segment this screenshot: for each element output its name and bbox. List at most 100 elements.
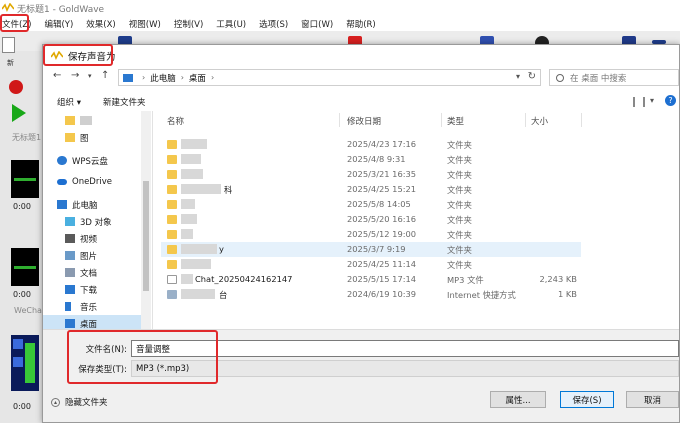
save-sound-dialog: 保存声音为 ← → ▾ ↑ › 此电脑 › 桌面 › ▾ ↻ 在 桌面 中搜索 … [42, 44, 680, 423]
organize-button[interactable]: 组织 ▾ [57, 96, 81, 108]
cancel-button[interactable]: 取消 [626, 391, 679, 408]
file-row[interactable]: 科 2025/4/25 15:21 文件夹 [161, 182, 581, 197]
folder-icon [167, 140, 177, 149]
file-row[interactable]: 2025/4/23 17:16 文件夹 [161, 137, 581, 152]
file-date: 2025/4/25 15:21 [347, 184, 417, 194]
column-size[interactable]: 大小 [531, 115, 548, 127]
folder-icon [167, 170, 177, 179]
address-bar[interactable]: › 此电脑 › 桌面 › ▾ ↻ [118, 69, 541, 86]
folder-icon [167, 260, 177, 269]
scrollbar-thumb[interactable] [143, 181, 149, 291]
nav-item-label: 图 [80, 133, 89, 144]
folder-icon [167, 230, 177, 239]
stop-icon[interactable] [9, 80, 23, 94]
redacted-name [181, 169, 203, 179]
column-divider [581, 113, 582, 127]
menu-control[interactable]: 控制(V) [167, 18, 209, 30]
file-date: 2025/4/8 9:31 [347, 154, 406, 164]
file-row[interactable]: 2025/5/20 16:16 文件夹 [161, 212, 581, 227]
back-arrow-icon[interactable]: ← [53, 70, 61, 81]
new-file-icon[interactable] [2, 37, 15, 53]
redacted-name [181, 139, 207, 149]
file-row[interactable]: Chat_20250424162147 2025/5/15 17:14 MP3 … [161, 272, 581, 287]
column-modified[interactable]: 修改日期 [347, 115, 381, 127]
nav-folder-item[interactable]: 图 [43, 129, 151, 146]
nav-3d-objects[interactable]: 3D 对象 [43, 213, 151, 230]
nav-folder-item[interactable] [43, 112, 151, 129]
forward-arrow-icon[interactable]: → [71, 70, 79, 81]
save-button[interactable]: 保存(S) [560, 391, 614, 408]
up-arrow-icon[interactable]: ↑ [101, 70, 109, 81]
doc1-title: 无标题1 [12, 133, 42, 142]
file-row[interactable]: 2025/3/21 16:35 文件夹 [161, 167, 581, 182]
waveform-right [11, 248, 39, 286]
file-row[interactable]: 2025/5/12 19:00 文件夹 [161, 227, 581, 242]
nav-scrollbar[interactable] [141, 111, 151, 329]
column-divider [339, 113, 340, 127]
goldwave-logo-icon [51, 51, 63, 60]
file-date: 2025/5/15 17:14 [347, 274, 417, 284]
breadcrumb-this-pc[interactable]: 此电脑 [150, 72, 176, 84]
mp3-file-icon [167, 275, 177, 284]
file-type: 文件夹 [447, 260, 472, 270]
nav-item-label: 下载 [80, 285, 98, 296]
file-row[interactable]: 2025/5/8 14:05 文件夹 [161, 197, 581, 212]
music-icon [65, 302, 71, 311]
file-row[interactable]: 2025/4/25 11:14 文件夹 [161, 257, 581, 272]
column-type[interactable]: 类型 [447, 115, 464, 127]
nav-onedrive[interactable]: OneDrive [43, 173, 151, 190]
hide-folders-toggle[interactable]: ▴ 隐藏文件夹 [51, 396, 108, 408]
file-type: 文件夹 [447, 140, 472, 150]
menu-window[interactable]: 窗口(W) [294, 18, 339, 30]
breadcrumb-desktop[interactable]: 桌面 [189, 72, 206, 84]
play-icon[interactable] [12, 104, 26, 122]
menu-view[interactable]: 视图(W) [122, 18, 167, 30]
nav-pictures[interactable]: 图片 [43, 247, 151, 264]
nav-downloads[interactable]: 下载 [43, 281, 151, 298]
doc2-title: WeCha [14, 306, 42, 315]
nav-desktop[interactable]: 桌面 [43, 315, 151, 329]
redacted-name [181, 274, 193, 284]
new-folder-button[interactable]: 新建文件夹 [103, 96, 146, 108]
nav-music[interactable]: 音乐 [43, 298, 151, 315]
menu-edit[interactable]: 编辑(Y) [37, 18, 79, 30]
menu-tools[interactable]: 工具(U) [209, 18, 252, 30]
search-box[interactable]: 在 桌面 中搜索 [549, 69, 679, 86]
nav-item-label: 文档 [80, 268, 98, 279]
file-type: MP3 文件 [447, 275, 484, 285]
nav-this-pc[interactable]: 此电脑 [43, 196, 151, 213]
recent-dropdown-icon[interactable]: ▾ [88, 72, 92, 80]
menu-options[interactable]: 选项(S) [252, 18, 294, 30]
file-date: 2025/3/7 9:19 [347, 244, 406, 254]
file-date: 2025/3/21 16:35 [347, 169, 417, 179]
view-options-icon[interactable] [633, 97, 645, 107]
column-name[interactable]: 名称 [167, 115, 184, 127]
nav-wps-cloud[interactable]: WPS云盘 [43, 152, 151, 169]
save-options-panel: 文件名(N): 保存类型(T): MP3 (*.mp3) ▴ 隐藏文件夹 属性.… [43, 329, 679, 422]
file-row-selected[interactable]: y 2025/3/7 9:19 文件夹 [161, 242, 581, 257]
address-dropdown-icon[interactable]: ▾ [516, 72, 520, 81]
filetype-select[interactable]: MP3 (*.mp3) [131, 360, 679, 377]
nav-documents[interactable]: 文档 [43, 264, 151, 281]
folder-icon [167, 215, 177, 224]
documents-icon [65, 268, 75, 277]
dialog-title-bar: 保存声音为 [43, 45, 679, 66]
properties-button[interactable]: 属性... [490, 391, 546, 408]
chevron-right-icon: › [210, 73, 215, 82]
file-row[interactable]: 台 2024/6/19 10:39 Internet 快捷方式 1 KB [161, 287, 581, 302]
file-row[interactable]: 2025/4/8 9:31 文件夹 [161, 152, 581, 167]
file-date: 2025/5/20 16:16 [347, 214, 417, 224]
chevron-right-icon: › [180, 73, 184, 82]
refresh-icon[interactable]: ↻ [528, 71, 536, 82]
help-icon[interactable]: ? [665, 95, 676, 106]
view-dropdown-icon[interactable]: ▾ [650, 96, 654, 105]
nav-item-label: OneDrive [72, 176, 112, 187]
filename-input[interactable] [131, 340, 679, 357]
menu-effects[interactable]: 效果(X) [79, 18, 121, 30]
menu-file[interactable]: 文件(Z) [0, 18, 37, 30]
menu-help[interactable]: 帮助(R) [339, 18, 382, 30]
nav-item-label: 音乐 [80, 302, 98, 313]
downloads-icon [65, 285, 75, 294]
goldwave-logo-icon [2, 3, 14, 12]
nav-videos[interactable]: 视频 [43, 230, 151, 247]
